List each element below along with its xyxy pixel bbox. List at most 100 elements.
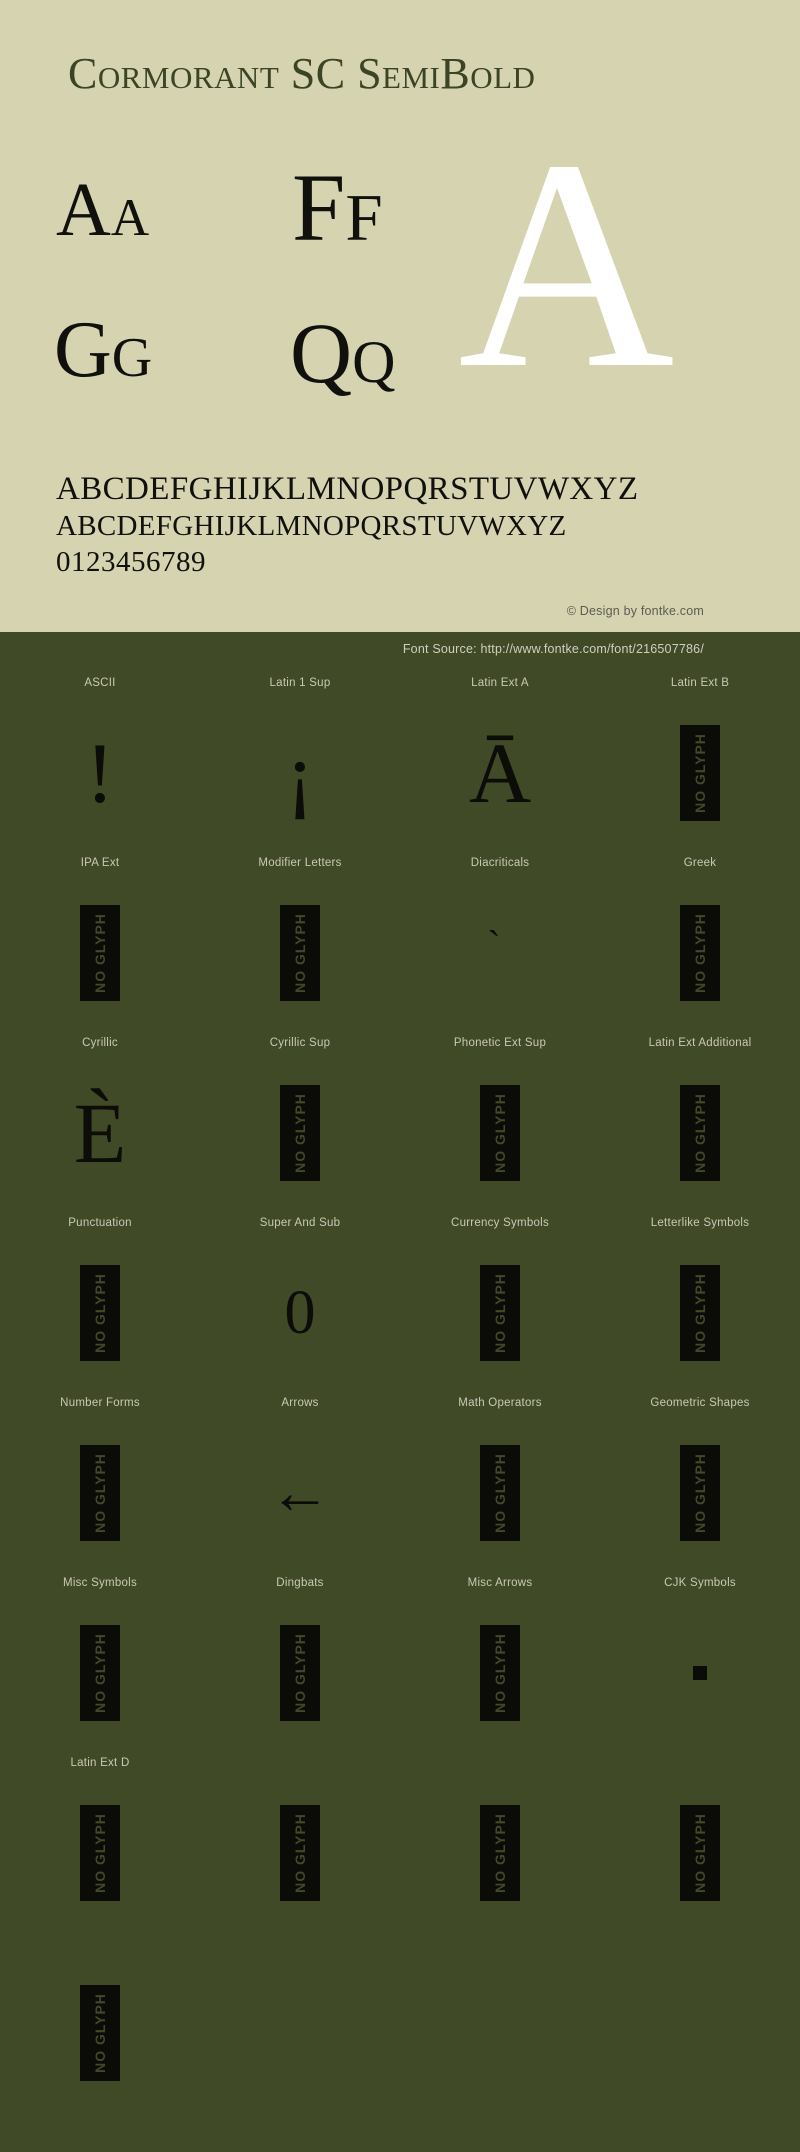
coverage-cell[interactable]: ← [200, 1414, 400, 1572]
coverage-grid: ASCII Latin 1 Sup Latin Ext A Latin Ext B! ¡… [0, 632, 800, 2112]
specimen-section: Cormorant SC SemiBold Aa Ff Gg Qq A ABCD… [0, 0, 800, 632]
coverage-band: IPA Ext Modifier Letters Diacriticals Greek… [0, 852, 800, 1032]
coverage-cell-empty [400, 1954, 600, 2112]
coverage-label-row: Cyrillic Cyrillic Sup Phonetic Ext Sup Lati… [0, 1032, 800, 1054]
coverage-cell[interactable]: NO GLYPH [400, 1774, 600, 1932]
coverage-cell[interactable]: NO GLYPH [0, 1594, 200, 1752]
coverage-block-label: Misc Arrows [467, 1577, 533, 1589]
coverage-cell-empty [200, 1954, 400, 2112]
no-glyph-label: NO GLYPH [292, 1813, 308, 1893]
sample-glyph-gg: Gg [54, 306, 153, 394]
no-glyph-box: NO GLYPH [680, 1265, 720, 1361]
coverage-cell[interactable]: ¡ [200, 694, 400, 852]
coverage-cell[interactable]: NO GLYPH [600, 1774, 800, 1932]
coverage-block-label: Misc Symbols [63, 1577, 137, 1589]
page-title: Cormorant SC SemiBold [68, 49, 536, 98]
coverage-block-label: Arrows [281, 1397, 319, 1409]
sample-glyph-qq: Qq [290, 305, 396, 401]
no-glyph-label: NO GLYPH [92, 913, 108, 993]
coverage-band: NO GLYPH [0, 1932, 800, 2112]
coverage-cell[interactable]: 0 [200, 1234, 400, 1392]
coverage-cell-empty [600, 1954, 800, 2112]
coverage-block-label: Latin Ext D [70, 1757, 130, 1769]
no-glyph-label: NO GLYPH [692, 913, 708, 993]
sample-glyph-aa: Aa [56, 168, 150, 252]
coverage-cell[interactable]: NO GLYPH [600, 1414, 800, 1572]
sample-glyph-ff: Ff [292, 154, 383, 261]
coverage-block-label: Currency Symbols [451, 1217, 549, 1229]
coverage-block-label: Super And Sub [259, 1217, 341, 1229]
coverage-block-label: Geometric Shapes [650, 1397, 750, 1409]
coverage-cell-row: NO GLYPH [0, 1954, 800, 2112]
no-glyph-box: NO GLYPH [280, 1085, 320, 1181]
coverage-cell[interactable]: NO GLYPH [400, 1234, 600, 1392]
no-glyph-box: NO GLYPH [680, 1085, 720, 1181]
coverage-cell[interactable]: È [0, 1054, 200, 1212]
coverage-cell-row: NO GLYPH NO GLYPH NO GLYPH NO GLYPH [0, 1774, 800, 1932]
coverage-cell[interactable]: Ā [400, 694, 600, 852]
no-glyph-label: NO GLYPH [692, 1453, 708, 1533]
no-glyph-box: NO GLYPH [480, 1445, 520, 1541]
no-glyph-label: NO GLYPH [692, 1273, 708, 1353]
coverage-cell[interactable]: NO GLYPH [200, 1054, 400, 1212]
no-glyph-label: NO GLYPH [692, 1813, 708, 1893]
coverage-cell[interactable]: ! [0, 694, 200, 852]
coverage-cell[interactable]: NO GLYPH [0, 1774, 200, 1932]
sample-glyph: 0 [284, 1279, 316, 1347]
coverage-band: Punctuation Super And Sub Currency Symbols… [0, 1212, 800, 1392]
coverage-cell-row: ! ¡ Ā NO GLYPH [0, 694, 800, 852]
coverage-block-label [400, 1932, 600, 1954]
coverage-cell[interactable]: NO GLYPH [600, 1234, 800, 1392]
coverage-cell[interactable]: NO GLYPH [0, 1954, 200, 2112]
sample-glyph-big-a: A [458, 98, 675, 430]
alphabet-uppercase-row: ABCDEFGHIJKLMNOPQRSTUVWXYZ [56, 471, 639, 507]
coverage-band: Number Forms Arrows Math Operators Geometri… [0, 1392, 800, 1572]
coverage-cell[interactable]: NO GLYPH [600, 694, 800, 852]
coverage-band: Latin Ext D NO GLYPH NO GLYPH NO GLYPH NO GL… [0, 1752, 800, 1932]
coverage-cell[interactable]: NO GLYPH [0, 1414, 200, 1572]
coverage-block-label: Punctuation [68, 1217, 132, 1229]
coverage-cell[interactable] [600, 1594, 800, 1752]
coverage-cell-row: È NO GLYPH NO GLYPH NO GLYPH [0, 1054, 800, 1212]
coverage-block-label: Greek [683, 857, 717, 869]
coverage-cell[interactable]: NO GLYPH [200, 1594, 400, 1752]
coverage-cell[interactable]: NO GLYPH [400, 1594, 600, 1752]
coverage-block-label: Latin Ext A [471, 677, 529, 689]
coverage-cell-row: NO GLYPH NO GLYPH NO GLYPH [0, 1594, 800, 1752]
coverage-cell[interactable]: NO GLYPH [200, 1774, 400, 1932]
filled-square-glyph [693, 1666, 707, 1680]
coverage-block-label [600, 1932, 800, 1954]
coverage-block-label: Phonetic Ext Sup [453, 1037, 547, 1049]
coverage-block-label [200, 1932, 400, 1954]
no-glyph-label: NO GLYPH [92, 1273, 108, 1353]
coverage-band: Misc Symbols Dingbats Misc Arrows CJK Symbo… [0, 1572, 800, 1752]
coverage-cell[interactable]: NO GLYPH [400, 1054, 600, 1212]
no-glyph-box: NO GLYPH [680, 725, 720, 821]
no-glyph-label: NO GLYPH [92, 1813, 108, 1893]
sample-glyph: ! [85, 725, 115, 821]
no-glyph-label: NO GLYPH [92, 1453, 108, 1533]
no-glyph-label: NO GLYPH [492, 1093, 508, 1173]
no-glyph-label: NO GLYPH [492, 1633, 508, 1713]
coverage-cell[interactable]: NO GLYPH [600, 874, 800, 1032]
no-glyph-box: NO GLYPH [80, 1445, 120, 1541]
no-glyph-box: NO GLYPH [80, 1985, 120, 2081]
coverage-band: ASCII Latin 1 Sup Latin Ext A Latin Ext B! ¡… [0, 672, 800, 852]
font-source-link[interactable]: Font Source: http://www.fontke.com/font/… [403, 642, 704, 656]
no-glyph-box: NO GLYPH [280, 1625, 320, 1721]
sample-glyph-group: Aa Ff Gg Qq A [0, 114, 800, 420]
coverage-block-label: Cyrillic Sup [269, 1037, 331, 1049]
coverage-cell[interactable]: NO GLYPH [200, 874, 400, 1032]
coverage-cell[interactable]: NO GLYPH [0, 874, 200, 1032]
no-glyph-box: NO GLYPH [480, 1805, 520, 1901]
coverage-cell[interactable]: ̀ [400, 874, 600, 1032]
coverage-block-label [400, 1752, 600, 1774]
coverage-cell[interactable]: NO GLYPH [600, 1054, 800, 1212]
no-glyph-label: NO GLYPH [92, 1633, 108, 1713]
coverage-cell[interactable]: NO GLYPH [400, 1414, 600, 1572]
coverage-cell-row: NO GLYPH ← NO GLYPH NO GLYPH [0, 1414, 800, 1572]
coverage-block-label: Latin 1 Sup [269, 677, 331, 689]
coverage-block-label: Dingbats [276, 1577, 324, 1589]
coverage-cell[interactable]: NO GLYPH [0, 1234, 200, 1392]
no-glyph-box: NO GLYPH [480, 1085, 520, 1181]
